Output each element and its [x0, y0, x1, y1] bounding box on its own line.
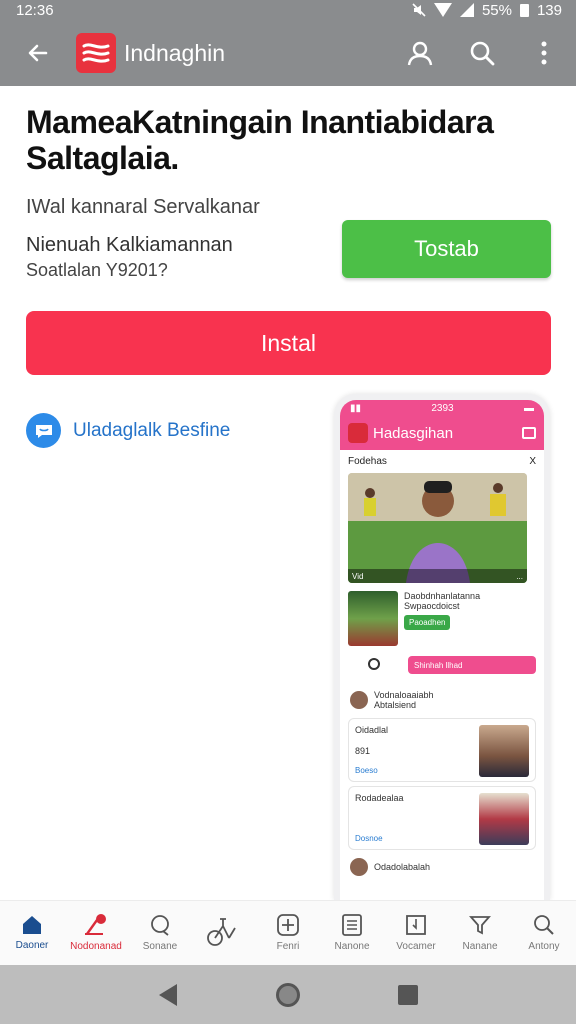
phone-screen: ▮▮ 2393 ▬ Hadasgihan Fodehas X Vid ... D… — [340, 400, 544, 900]
nav-label: Nodonanad — [70, 941, 122, 952]
info-line-secondary: Soatlalan Y9201? — [26, 260, 168, 280]
news1-title: Oidadlal — [355, 725, 389, 735]
nav-label: Antony — [528, 941, 560, 952]
nav-item-bookmark[interactable]: Vocamer — [384, 901, 448, 965]
phone-list-row: Odadolabalah — [340, 854, 544, 880]
nav-item-filter[interactable]: Nanane — [448, 901, 512, 965]
nav-item-write[interactable]: Nodonanad — [64, 901, 128, 965]
feature-caption-left: Vid — [352, 571, 364, 581]
battery-icon — [519, 3, 529, 17]
news1-image — [479, 725, 529, 777]
nav-back-icon[interactable] — [157, 983, 179, 1007]
news2-tag: Dosnoe — [355, 834, 383, 843]
status-time: 12:36 — [16, 1, 54, 19]
phone-avatar — [350, 691, 368, 709]
nav-item-home[interactable]: Daoner — [0, 901, 64, 965]
phone-news-item: Rodadealaa Dosnoe — [348, 786, 536, 850]
bookmark-icon — [406, 915, 426, 935]
pen-icon — [85, 914, 106, 935]
phone-avatar — [350, 858, 368, 876]
promo-link[interactable]: Uladaglalk Besfine — [26, 413, 230, 448]
nav-item-chat[interactable]: Sonane — [128, 901, 192, 965]
mute-icon — [412, 3, 426, 17]
phone-list-head: Vodnaloaaiabh — [374, 690, 434, 700]
nav-label: Vocamer — [396, 941, 436, 952]
nav-item-add[interactable]: Fenri — [256, 901, 320, 965]
phone-battery-icon: ▬ — [523, 402, 534, 414]
signal-icon — [459, 3, 474, 17]
chat-bubble-icon — [26, 413, 61, 448]
news-icon — [342, 914, 362, 936]
phone-list-sub: Abtalsiend — [374, 700, 417, 710]
account-icon[interactable] — [400, 33, 440, 73]
news3-title: Odadolabalah — [374, 862, 431, 872]
phone-card-thumb — [348, 591, 398, 646]
phone-close-icon: X — [529, 456, 536, 467]
phone-card-chip: Paoadhen — [404, 615, 451, 630]
nav-home-icon[interactable] — [274, 981, 302, 1009]
phone-feature-image: Vid ... — [348, 473, 527, 583]
phone-list-row: Vodnaloaaiabh Abtalsiend — [340, 686, 544, 714]
news1-sub: 891 — [355, 745, 371, 756]
news2-image — [479, 793, 529, 845]
status-icons: 55% 139 — [412, 2, 562, 19]
nav-label: Fenri — [276, 941, 300, 952]
search-icon[interactable] — [462, 33, 502, 73]
news2-title: Rodadealaa — [355, 793, 404, 803]
nav-item-news[interactable]: Nanone — [320, 901, 384, 965]
feature-caption: Vid ... — [348, 569, 527, 583]
back-arrow-icon[interactable] — [18, 33, 58, 73]
phone-card: Daobdnhanlatanna Swpaocdoicst Paoadhen — [340, 585, 544, 652]
nav-label: Daoner — [15, 940, 49, 951]
search-icon — [534, 915, 554, 935]
phone-pink-pill: Shinhah llhad — [408, 656, 536, 674]
phone-title: Hadasgihan — [373, 424, 454, 442]
chat-icon — [151, 915, 169, 936]
app-bar: Indnaghin — [0, 20, 576, 86]
phone-signal-icon: ▮▮ — [350, 402, 362, 414]
wifi-icon — [433, 3, 452, 17]
promo-link-label: Uladaglalk Besfine — [73, 419, 231, 441]
phone-list: Vodnaloaaiabh Abtalsiend Oidadlal 891 Bo… — [340, 686, 544, 880]
phone-header: Hadasgihan — [340, 416, 544, 450]
page-title: MameaKatningain Inantiabidara Saltaglaia… — [26, 104, 494, 176]
news1-tag: Boeso — [355, 766, 378, 775]
battery-percent: 55% — [481, 1, 512, 19]
feature-photo — [348, 473, 527, 583]
phone-card-sub: Swpaocdoicst — [404, 601, 460, 611]
nav-recents-icon[interactable] — [397, 984, 419, 1006]
nav-item-search[interactable]: Antony — [512, 901, 576, 965]
phone-section-header: Fodehas X — [340, 450, 544, 471]
phone-menu-icon — [522, 427, 536, 439]
nav-item-bike[interactable] — [192, 901, 256, 965]
phone-status-time: 2393 — [431, 402, 454, 414]
nav-label: Sonane — [142, 941, 178, 952]
nav-label: Nanane — [462, 941, 498, 952]
more-vert-icon[interactable] — [524, 33, 564, 73]
phone-status-bar: ▮▮ 2393 ▬ — [340, 400, 544, 416]
system-nav-bar — [0, 965, 576, 1024]
app-logo — [76, 33, 116, 73]
nav-label: Nanone — [334, 941, 370, 952]
plus-box-icon — [277, 914, 299, 936]
phone-radio-icon — [368, 658, 380, 670]
home-icon — [23, 916, 41, 934]
status-bar: 12:36 55% 139 — [0, 0, 576, 20]
page-subtitle: IWal kannaral Servalkanar — [26, 196, 260, 218]
filter-icon — [469, 916, 491, 935]
bottom-nav: Daoner Nodonanad Sonane Fenri Nanone Voc… — [0, 900, 576, 965]
status-extra: 139 — [536, 1, 562, 19]
phone-section-title: Fodehas — [348, 456, 387, 467]
app-title: Indnaghin — [124, 39, 226, 66]
install-button[interactable]: Instal — [26, 311, 551, 375]
phone-preview: ▮▮ 2393 ▬ Hadasgihan Fodehas X Vid ... D… — [334, 394, 550, 900]
info-line-primary: Nienuah Kalkiamannan — [26, 234, 233, 256]
bike-icon — [207, 917, 236, 946]
tostab-button[interactable]: Tostab — [342, 220, 551, 278]
feature-caption-right: ... — [516, 571, 523, 581]
phone-logo — [348, 423, 368, 443]
phone-card-body: Daobdnhanlatanna Swpaocdoicst Paoadhen — [404, 591, 536, 646]
phone-news-item: Oidadlal 891 Boeso — [348, 718, 536, 782]
phone-card-title: Daobdnhanlatanna — [404, 591, 481, 601]
